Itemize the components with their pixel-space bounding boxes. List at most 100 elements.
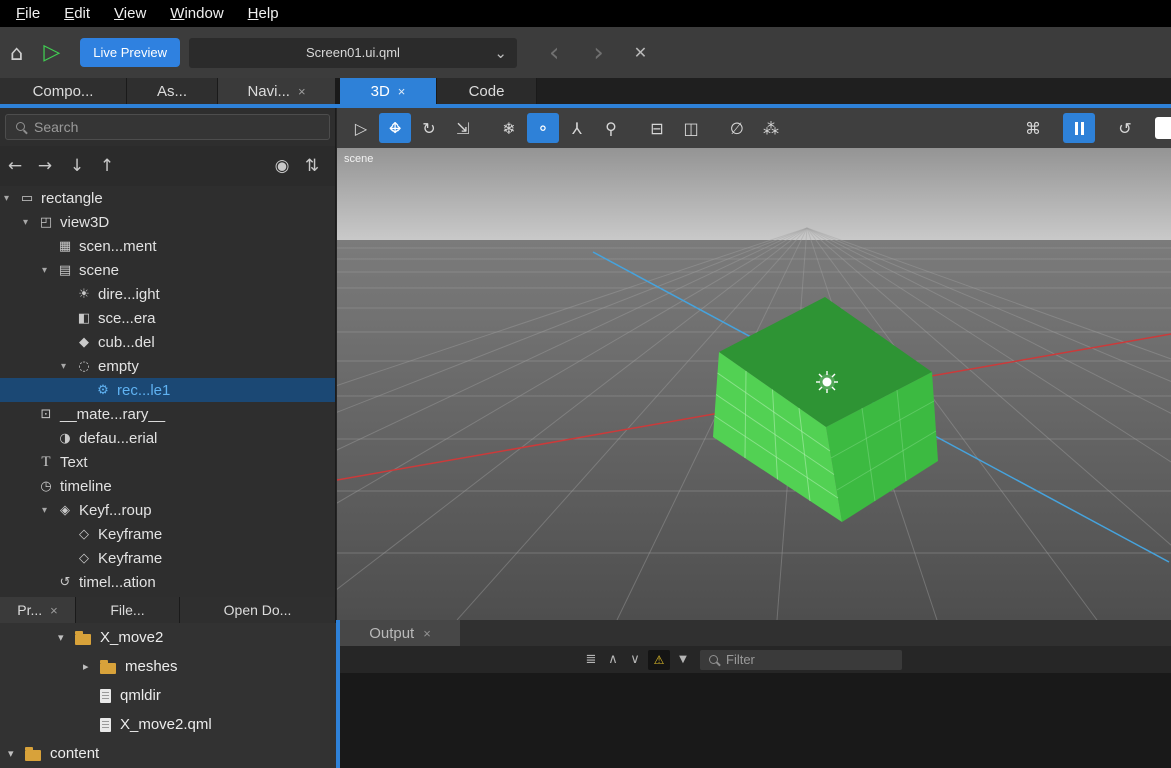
tree-item-label: sce...era (98, 310, 156, 327)
tree-item-text[interactable]: T Text (0, 450, 335, 474)
chevron-down-icon[interactable]: ▾ (42, 265, 56, 276)
viewport-3d[interactable]: scene (337, 148, 1171, 620)
sort-lines-icon[interactable]: ≣ (580, 652, 602, 667)
tree-item-label: Keyframe (98, 550, 162, 567)
chevron-down-icon[interactable]: ▾ (4, 193, 18, 204)
visibility-toggle-icon[interactable]: ∅ (721, 113, 753, 143)
tree-item-material-library[interactable]: ⊡ __mate...rary__ (0, 402, 335, 426)
selection-marker-icon[interactable]: ⚬ (527, 113, 559, 143)
tree-item-empty[interactable]: ▾ ◌ empty (0, 354, 335, 378)
back-icon[interactable]: ‹ (549, 40, 559, 66)
close-document-icon[interactable]: ✕ (634, 43, 647, 62)
tab-label: Pr... (17, 602, 42, 618)
close-icon[interactable]: × (398, 84, 406, 99)
home-icon[interactable]: ⌂ (10, 41, 23, 65)
background-color-swatch[interactable] (1155, 117, 1171, 139)
close-icon[interactable]: × (298, 84, 306, 99)
output-filter-input[interactable] (700, 650, 902, 670)
material-icon: ◑ (56, 431, 74, 446)
menubar: File Edit View Window Help (0, 0, 1171, 27)
arrow-left-icon[interactable]: ← (0, 156, 30, 176)
arrow-right-icon[interactable]: → (30, 156, 60, 176)
tree-item-directional-light[interactable]: ☀ dire...ight (0, 282, 335, 306)
tree-item-keyframe[interactable]: ◇ Keyframe (0, 522, 335, 546)
arrow-up-icon[interactable]: ↑ (92, 156, 122, 176)
file-item-meshes[interactable]: ▸ meshes (0, 652, 336, 681)
align-tool-icon[interactable]: ⅄ (561, 113, 593, 143)
chevron-down-icon[interactable]: ▾ (61, 361, 75, 372)
tree-item-default-material[interactable]: ◑ defau...erial (0, 426, 335, 450)
tree-item-timeline-animation[interactable]: ↺ timel...ation (0, 570, 335, 594)
pause-button[interactable] (1063, 113, 1095, 143)
chevron-down-icon[interactable]: ▾ (23, 217, 37, 228)
filter-funnel-icon[interactable]: ▼ (672, 654, 694, 665)
close-icon[interactable]: × (50, 603, 58, 618)
warnings-toggle-icon[interactable]: ⚠ (648, 650, 670, 670)
tab-label: Compo... (33, 83, 94, 100)
search-input[interactable] (5, 114, 330, 140)
snap-toggle-icon[interactable]: ❄ (493, 113, 525, 143)
menu-file[interactable]: File (4, 5, 52, 22)
chevron-up-icon[interactable]: ∧ (602, 652, 624, 667)
tab-components[interactable]: Compo... (0, 78, 127, 104)
file-item-x-move2[interactable]: ▾ X_move2 (0, 623, 336, 652)
scale-tool-icon[interactable]: ⇲ (447, 113, 479, 143)
file-item-content[interactable]: ▾ content (0, 739, 336, 768)
tree-item-keyframe-2[interactable]: ◇ Keyframe (0, 546, 335, 570)
sort-icon[interactable]: ⇅ (297, 156, 327, 176)
chevron-down-icon[interactable]: ▾ (42, 505, 56, 516)
menu-edit[interactable]: Edit (52, 5, 102, 22)
tree-item-rectangle[interactable]: ▾ ▭ rectangle (0, 186, 335, 210)
tree-item-label: scene (79, 262, 119, 279)
tree-item-rectangle1[interactable]: ⚙ rec...le1 (0, 378, 335, 402)
tab-file-system[interactable]: File... (76, 597, 180, 623)
tree-item-view3d[interactable]: ▾ ◰ view3D (0, 210, 335, 234)
camera-view-icon[interactable]: ◫ (675, 113, 707, 143)
arrow-down-icon[interactable]: ↓ (62, 156, 92, 176)
particles-toggle-icon[interactable]: ⁂ (755, 113, 787, 143)
tab-3d[interactable]: 3D × (340, 78, 437, 104)
tree-item-scene-environment[interactable]: ▦ scen...ment (0, 234, 335, 258)
menu-help[interactable]: Help (236, 5, 291, 22)
document-dropdown[interactable]: Screen01.ui.qml ⌄ (189, 38, 517, 68)
eye-icon[interactable]: ◉ (267, 156, 297, 176)
rotate-tool-icon[interactable]: ↻ (413, 113, 445, 143)
chevron-right-icon[interactable]: ▸ (83, 660, 100, 673)
tab-projects[interactable]: Pr... × (0, 597, 76, 623)
tab-navigator[interactable]: Navi... × (218, 78, 336, 104)
select-tool-icon[interactable]: ▷ (345, 113, 377, 143)
live-preview-button[interactable]: Live Preview (80, 38, 180, 67)
move-tool-icon[interactable]: ↔ ↕ (379, 113, 411, 143)
tab-open-documents[interactable]: Open Do... (180, 597, 336, 623)
tree-item-scene[interactable]: ▾ ▤ scene (0, 258, 335, 282)
menu-window[interactable]: Window (158, 5, 235, 22)
tree-item-scene-camera[interactable]: ◧ sce...era (0, 306, 335, 330)
chevron-down-icon[interactable]: ▾ (58, 631, 75, 644)
chevron-down-icon[interactable]: ∨ (624, 652, 646, 667)
light-gizmo[interactable] (816, 371, 838, 393)
tab-code[interactable]: Code (437, 78, 537, 104)
tree-item-cube-model[interactable]: ◆ cub...del (0, 330, 335, 354)
tab-output[interactable]: Output × (340, 620, 460, 646)
light-toggle-icon[interactable]: ⚲ (595, 113, 627, 143)
close-icon[interactable]: × (423, 626, 431, 641)
tab-assets[interactable]: As... (127, 78, 218, 104)
file-icon (100, 689, 111, 703)
tree-item-timeline[interactable]: ◷ timeline (0, 474, 335, 498)
document-name: Screen01.ui.qml (189, 45, 517, 60)
file-item-x-move2-qml[interactable]: X_move2.qml (0, 710, 336, 739)
chevron-down-icon[interactable]: ▾ (8, 747, 25, 760)
scene-icon: ▤ (56, 263, 74, 278)
panel-toggle-icon[interactable]: ⊟ (641, 113, 673, 143)
output-tab-bar: Output × (340, 620, 1171, 646)
forward-icon[interactable]: › (593, 40, 603, 66)
run-icon[interactable]: ▷ (43, 40, 60, 65)
scene-environment-icon: ▦ (56, 239, 74, 254)
tree-item-label: defau...erial (79, 430, 157, 447)
empty-node-icon: ◌ (75, 359, 93, 374)
tree-item-keyframe-group[interactable]: ▾ ◈ Keyf...roup (0, 498, 335, 522)
command-icon[interactable]: ⌘ (1017, 113, 1049, 143)
menu-view[interactable]: View (102, 5, 158, 22)
file-item-qmldir[interactable]: qmldir (0, 681, 336, 710)
camera-sync-icon[interactable]: ↺ (1109, 113, 1141, 143)
